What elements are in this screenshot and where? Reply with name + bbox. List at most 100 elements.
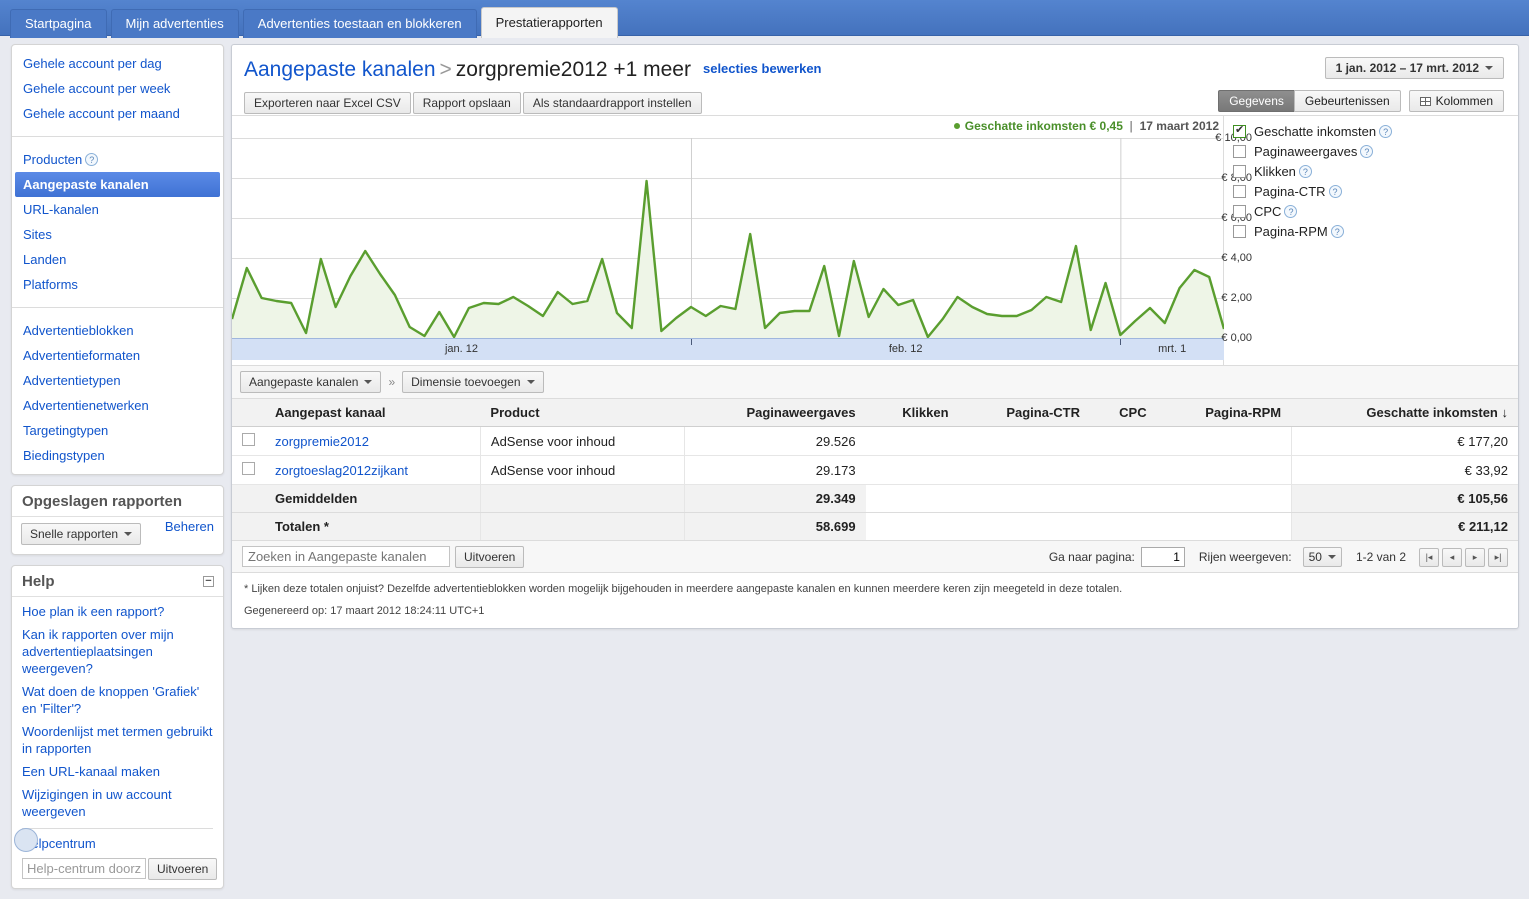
first-page-button[interactable]: |◂: [1419, 547, 1439, 567]
tab-gebeurtenissen[interactable]: Gebeurtenissen: [1293, 90, 1401, 112]
help-body: Hoe plan ik een rapport? Kan ik rapporten…: [12, 597, 223, 888]
sidebar-item-producten[interactable]: Producten?: [12, 147, 223, 172]
metric-label: CPC: [1254, 204, 1282, 219]
help-question-icon[interactable]: ?: [1284, 205, 1298, 218]
metric-row-geschatte-inkomsten[interactable]: Geschatte inkomsten?: [1233, 124, 1519, 139]
help-search-input[interactable]: [22, 858, 146, 879]
header-button-exporteren-naar-excel-csv[interactable]: Exporteren naar Excel CSV: [244, 92, 411, 114]
sidebar-item-advertentietypen[interactable]: Advertentietypen: [12, 368, 223, 393]
sidebar-item-advertentieblokken[interactable]: Advertentieblokken: [12, 318, 223, 343]
breadcrumb-separator: >: [439, 58, 452, 81]
quick-reports-dropdown[interactable]: Snelle rapporten: [21, 523, 142, 545]
header-button-rapport-opslaan[interactable]: Rapport opslaan: [412, 92, 521, 114]
help-question-icon[interactable]: ?: [1328, 185, 1342, 198]
helpcentrum-link[interactable]: Helpcentrum: [22, 835, 213, 852]
sidebar-item-advertentienetwerken[interactable]: Advertentienetwerken: [12, 393, 223, 418]
add-dimension-dropdown[interactable]: Dimensie toevoegen: [402, 371, 544, 393]
x-axis-tick-label: feb. 12: [888, 343, 923, 355]
help-question-icon[interactable]: ?: [1330, 225, 1344, 238]
row-checkbox[interactable]: [242, 433, 255, 446]
sidebar-item-gehele-account-per-week[interactable]: Gehele account per week: [12, 76, 223, 101]
chart-x-axis: jan. 12 feb. 12 mrt. 1: [232, 338, 1224, 360]
chart-plot-area[interactable]: Geschatte inkomsten € 0,45 | 17 maart 20…: [232, 116, 1224, 366]
table-header-pagina-rpm[interactable]: Pagina-RPM: [1156, 399, 1292, 427]
cell-page_rpm: [1156, 426, 1292, 456]
channel-link[interactable]: zorgtoeslag2012zijkant: [275, 463, 408, 478]
sidebar-item-platforms[interactable]: Platforms: [12, 272, 223, 297]
checkbox-icon[interactable]: [1233, 124, 1246, 138]
sidebar-item-gehele-account-per-maand[interactable]: Gehele account per maand: [12, 101, 223, 126]
tab-gegevens[interactable]: Gegevens: [1218, 90, 1294, 112]
primary-dimension-dropdown[interactable]: Aangepaste kanalen: [240, 371, 382, 393]
metric-row-cpc[interactable]: CPC?: [1233, 204, 1519, 219]
previous-page-button[interactable]: ◂: [1442, 547, 1462, 567]
help-search-button[interactable]: Uitvoeren: [148, 858, 218, 880]
sidebar-nav-panel: Gehele account per dag Gehele account per…: [11, 44, 224, 475]
table-header-pagina-ctr[interactable]: Pagina-CTR: [958, 399, 1090, 427]
chart-section: Geschatte inkomsten € 0,45 | 17 maart 20…: [232, 115, 1519, 366]
checkbox-icon[interactable]: [1233, 145, 1246, 158]
table-header-geschatte-inkomsten-[interactable]: Geschatte inkomsten ↓: [1291, 399, 1518, 427]
channel-link[interactable]: zorgpremie2012: [275, 434, 369, 449]
metric-row-paginaweergaves[interactable]: Paginaweergaves?: [1233, 144, 1519, 159]
sidebar-item-biedingstypen[interactable]: Biedingstypen: [12, 443, 223, 468]
edit-selections-link[interactable]: selecties bewerken: [703, 61, 822, 76]
next-page-button[interactable]: ▸: [1465, 547, 1485, 567]
metric-row-klikken[interactable]: Klikken?: [1233, 164, 1519, 179]
metric-row-pagina-rpm[interactable]: Pagina-RPM?: [1233, 224, 1519, 239]
rows-per-page-select[interactable]: 50: [1302, 547, 1342, 567]
checkbox-icon[interactable]: [1233, 225, 1246, 238]
help-link[interactable]: Wijzigingen in uw account weergeven: [22, 786, 213, 820]
generated-timestamp: Gegenereerd op: 17 maart 2012 18:24:11 U…: [244, 605, 485, 617]
help-link[interactable]: Een URL-kanaal maken: [22, 763, 213, 780]
sidebar-item-advertentieformaten[interactable]: Advertentieformaten: [12, 343, 223, 368]
help-question-icon[interactable]: ?: [1298, 165, 1312, 178]
sidebar-item-aangepaste-kanalen[interactable]: Aangepaste kanalen: [15, 172, 220, 197]
summary-cell-clicks: [865, 512, 959, 541]
help-link[interactable]: Hoe plan ik een rapport?: [22, 603, 213, 620]
tab-prestatierapporten[interactable]: Prestatierapporten: [480, 7, 618, 38]
add-dimension-label: Dimensie toevoegen: [411, 375, 521, 389]
help-link[interactable]: Wat doen de knoppen 'Grafiek' en 'Filter…: [22, 683, 213, 717]
sidebar-item-sites[interactable]: Sites: [12, 222, 223, 247]
checkbox-icon[interactable]: [1233, 185, 1246, 198]
help-link[interactable]: Kan ik rapporten over mijn advertentiepl…: [22, 626, 213, 677]
breadcrumb-root[interactable]: Aangepaste kanalen: [244, 58, 436, 81]
help-question-icon[interactable]: ?: [85, 153, 99, 166]
header-button-als-standaardrapport-instellen[interactable]: Als standaardrapport instellen: [522, 92, 702, 114]
help-link[interactable]: Woordenlijst met termen gebruikt in rapp…: [22, 723, 213, 757]
tab-mijn-advertenties[interactable]: Mijn advertenties: [110, 9, 239, 38]
table-header-cpc[interactable]: CPC: [1090, 399, 1157, 427]
tab-advertenties-toestaan-en-blokkeren[interactable]: Advertenties toestaan en blokkeren: [242, 9, 477, 38]
last-page-button[interactable]: ▸|: [1488, 547, 1508, 567]
columns-button[interactable]: Kolommen: [1408, 90, 1504, 112]
table-search-input[interactable]: [242, 546, 450, 567]
metric-label: Paginaweergaves: [1254, 144, 1358, 159]
help-question-icon[interactable]: ?: [1360, 145, 1374, 158]
sidebar-item-targetingtypen[interactable]: Targetingtypen: [12, 418, 223, 443]
table-header-aangepast-kanaal[interactable]: Aangepast kanaal: [265, 399, 481, 427]
page-number-input[interactable]: [1140, 547, 1185, 567]
collapse-icon[interactable]: −: [203, 576, 214, 587]
cell-channel: zorgtoeslag2012zijkant: [265, 455, 481, 485]
metric-row-pagina-ctr[interactable]: Pagina-CTR?: [1233, 184, 1519, 199]
manage-reports-link[interactable]: Beheren: [165, 519, 214, 534]
sidebar-item-gehele-account-per-dag[interactable]: Gehele account per dag: [12, 51, 223, 76]
table-row: zorgtoeslag2012zijkant AdSense voor inhou…: [232, 455, 1518, 485]
x-axis-tick-label: jan. 12: [444, 343, 478, 355]
checkbox-icon[interactable]: [1233, 205, 1246, 218]
sidebar-item-label: Aangepaste kanalen: [23, 177, 149, 192]
row-checkbox[interactable]: [242, 462, 255, 475]
chevron-down-icon: [526, 380, 535, 384]
table-header-paginaweergaves[interactable]: Paginaweergaves: [684, 399, 866, 427]
table-header-klikken[interactable]: Klikken: [865, 399, 959, 427]
date-range-picker[interactable]: 1 jan. 2012 – 17 mrt. 2012: [1324, 57, 1504, 79]
table-header-product[interactable]: Product: [480, 399, 685, 427]
sidebar-item-url-kanalen[interactable]: URL-kanalen: [12, 197, 223, 222]
table-search-button[interactable]: Uitvoeren: [455, 545, 525, 568]
help-question-icon[interactable]: ?: [1379, 125, 1393, 138]
tab-startpagina[interactable]: Startpagina: [10, 9, 107, 38]
checkbox-icon[interactable]: [1233, 165, 1246, 178]
sidebar-item-landen[interactable]: Landen: [12, 247, 223, 272]
summary-spacer-cell: [232, 484, 265, 513]
